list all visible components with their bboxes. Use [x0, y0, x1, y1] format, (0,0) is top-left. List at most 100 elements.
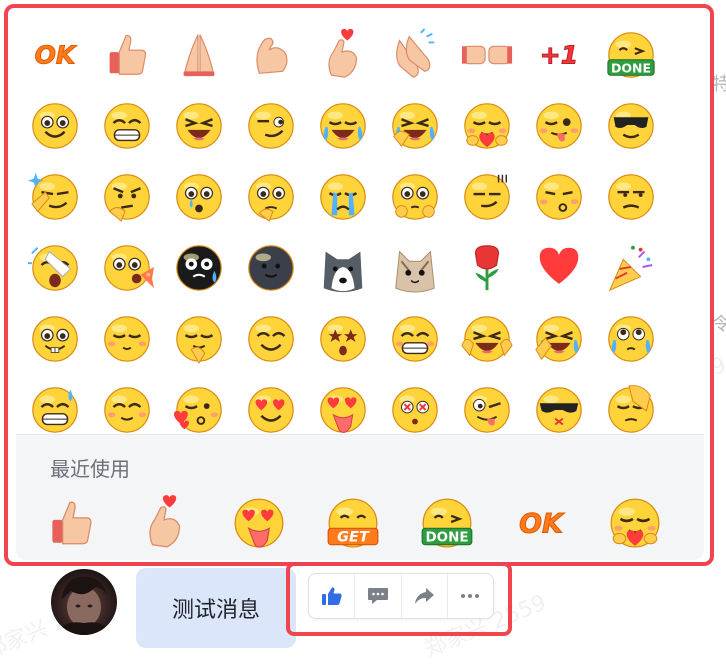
emoji-finger-heart[interactable]	[307, 18, 379, 89]
emoji-party-popper[interactable]	[595, 231, 667, 302]
reply-button[interactable]	[355, 574, 402, 618]
starstruck-icon	[320, 315, 366, 362]
recent-emoji-ok-text[interactable]: OK	[494, 491, 588, 553]
facepalm-icon	[608, 384, 654, 433]
emoji-rose[interactable]	[451, 231, 523, 302]
emoji-screaming-slipper[interactable]	[19, 231, 91, 302]
recent-emoji-section: 最近使用 GET DONE OK	[16, 434, 704, 560]
emoji-ok-text[interactable]: OK	[19, 18, 91, 89]
emoji-wide-grin[interactable]	[379, 302, 451, 373]
recent-emoji-done-face[interactable]: DONE	[400, 491, 494, 553]
emoji-starstruck[interactable]	[307, 302, 379, 373]
emoji-plus-one[interactable]: +1	[523, 18, 595, 89]
emoji-done-face[interactable]: DONE	[595, 18, 667, 89]
happy-grin-icon	[104, 386, 150, 433]
emoji-unamused[interactable]	[595, 160, 667, 231]
emoji-grin[interactable]	[91, 89, 163, 160]
emoji-laugh[interactable]	[163, 89, 235, 160]
emoji-blowing-kiss[interactable]	[163, 373, 235, 434]
red-heart-icon	[539, 247, 579, 284]
emoji-tearful-shock[interactable]	[163, 160, 235, 231]
emoji-smile[interactable]	[19, 89, 91, 160]
emoji-dark-blob[interactable]	[235, 231, 307, 302]
emoji-husky[interactable]	[307, 231, 379, 302]
emoji-red-heart[interactable]	[523, 231, 595, 302]
rose-icon	[474, 244, 500, 290]
emoji-crazy-face[interactable]	[451, 373, 523, 434]
forward-button[interactable]	[402, 574, 448, 618]
praying-hands-icon	[183, 33, 215, 76]
emoji-giggle[interactable]	[163, 302, 235, 373]
message-bubble[interactable]: 测试消息	[136, 568, 296, 648]
tongue-wink-icon	[536, 102, 582, 149]
emoji-sweat-grin[interactable]	[19, 373, 91, 434]
svg-text:GET: GET	[337, 530, 370, 546]
emoji-cat-face[interactable]	[379, 231, 451, 302]
emoji-praying-hands[interactable]	[163, 18, 235, 89]
emoji-flexed-biceps[interactable]	[235, 18, 307, 89]
recent-emoji-thumbs-up[interactable]	[24, 491, 118, 553]
emoji-grid-scroll-area[interactable]: OK +1 DONE	[8, 8, 710, 434]
emoji-thinking-eyes[interactable]	[235, 160, 307, 231]
emoji-drooling-tongue[interactable]	[307, 373, 379, 434]
heart-eyes-icon	[248, 386, 294, 433]
emoji-pleading[interactable]	[379, 160, 451, 231]
emoji-smirk[interactable]	[235, 89, 307, 160]
message-actions-highlight	[286, 562, 512, 636]
emoji-cool-smirk[interactable]	[451, 160, 523, 231]
emoji-heart-eyes[interactable]	[235, 373, 307, 434]
emoji-laughing-hands[interactable]	[451, 302, 523, 373]
thinking-eyes-icon	[248, 173, 294, 222]
laughing-hands-icon	[461, 315, 513, 362]
emoji-rolling-laugh[interactable]	[379, 89, 451, 160]
svg-text:+1: +1	[540, 40, 578, 69]
emoji-spitting[interactable]	[91, 231, 163, 302]
heart-hug-icon	[464, 102, 510, 149]
party-popper-icon	[608, 245, 653, 291]
thinking-icon	[104, 173, 150, 222]
emoji-pleading-tears[interactable]	[595, 302, 667, 373]
reply-icon	[367, 588, 388, 604]
emoji-blush[interactable]	[91, 302, 163, 373]
emoji-tongue-wink[interactable]	[523, 89, 595, 160]
emoji-happy-grin[interactable]	[91, 373, 163, 434]
emoji-thinking[interactable]	[91, 160, 163, 231]
emoji-sunglasses[interactable]	[595, 89, 667, 160]
more-button[interactable]	[448, 574, 493, 618]
crazy-face-icon	[464, 386, 510, 433]
drooling-tongue-icon	[320, 386, 366, 433]
recent-emoji-heart-hug[interactable]	[588, 491, 682, 553]
emoji-kiss-blush[interactable]	[523, 160, 595, 231]
emoji-crying[interactable]	[307, 160, 379, 231]
black-blob-shock-icon	[176, 244, 222, 291]
emoji-facepalm[interactable]	[595, 373, 667, 434]
crying-icon	[320, 173, 366, 220]
emoji-laughing-tears[interactable]	[523, 302, 595, 373]
more-icon	[461, 594, 480, 598]
like-button[interactable]	[309, 574, 356, 618]
emoji-tears-of-joy[interactable]	[307, 89, 379, 160]
heart-hug-icon	[610, 498, 660, 548]
emoji-heart-hug[interactable]	[451, 89, 523, 160]
emoji-thumbs-up[interactable]	[91, 18, 163, 89]
giggle-icon	[176, 315, 222, 364]
message-actions-toolbar	[308, 573, 494, 619]
emoji-clapping-hands[interactable]	[379, 18, 451, 89]
recent-emoji-drooling-tongue[interactable]	[212, 491, 306, 553]
emoji-sunglasses-x[interactable]	[523, 373, 595, 434]
kiss-blush-icon	[536, 173, 582, 220]
rolling-laugh-icon	[392, 102, 438, 149]
emoji-content-smile[interactable]	[235, 302, 307, 373]
svg-text:DONE: DONE	[611, 60, 651, 75]
emoji-dizzy[interactable]	[379, 373, 451, 434]
recent-emoji-finger-heart[interactable]	[118, 491, 212, 553]
emoji-sponge-face[interactable]	[19, 302, 91, 373]
recent-emoji-get-face[interactable]: GET	[306, 491, 400, 553]
avatar[interactable]	[51, 569, 117, 635]
forward-icon	[415, 588, 435, 604]
emoji-black-blob-shock[interactable]	[163, 231, 235, 302]
drooling-tongue-icon	[234, 498, 284, 548]
emoji-salute-smirk[interactable]	[19, 160, 91, 231]
emoji-fist-bump[interactable]	[451, 18, 523, 89]
thumbs-up-icon	[52, 501, 92, 545]
